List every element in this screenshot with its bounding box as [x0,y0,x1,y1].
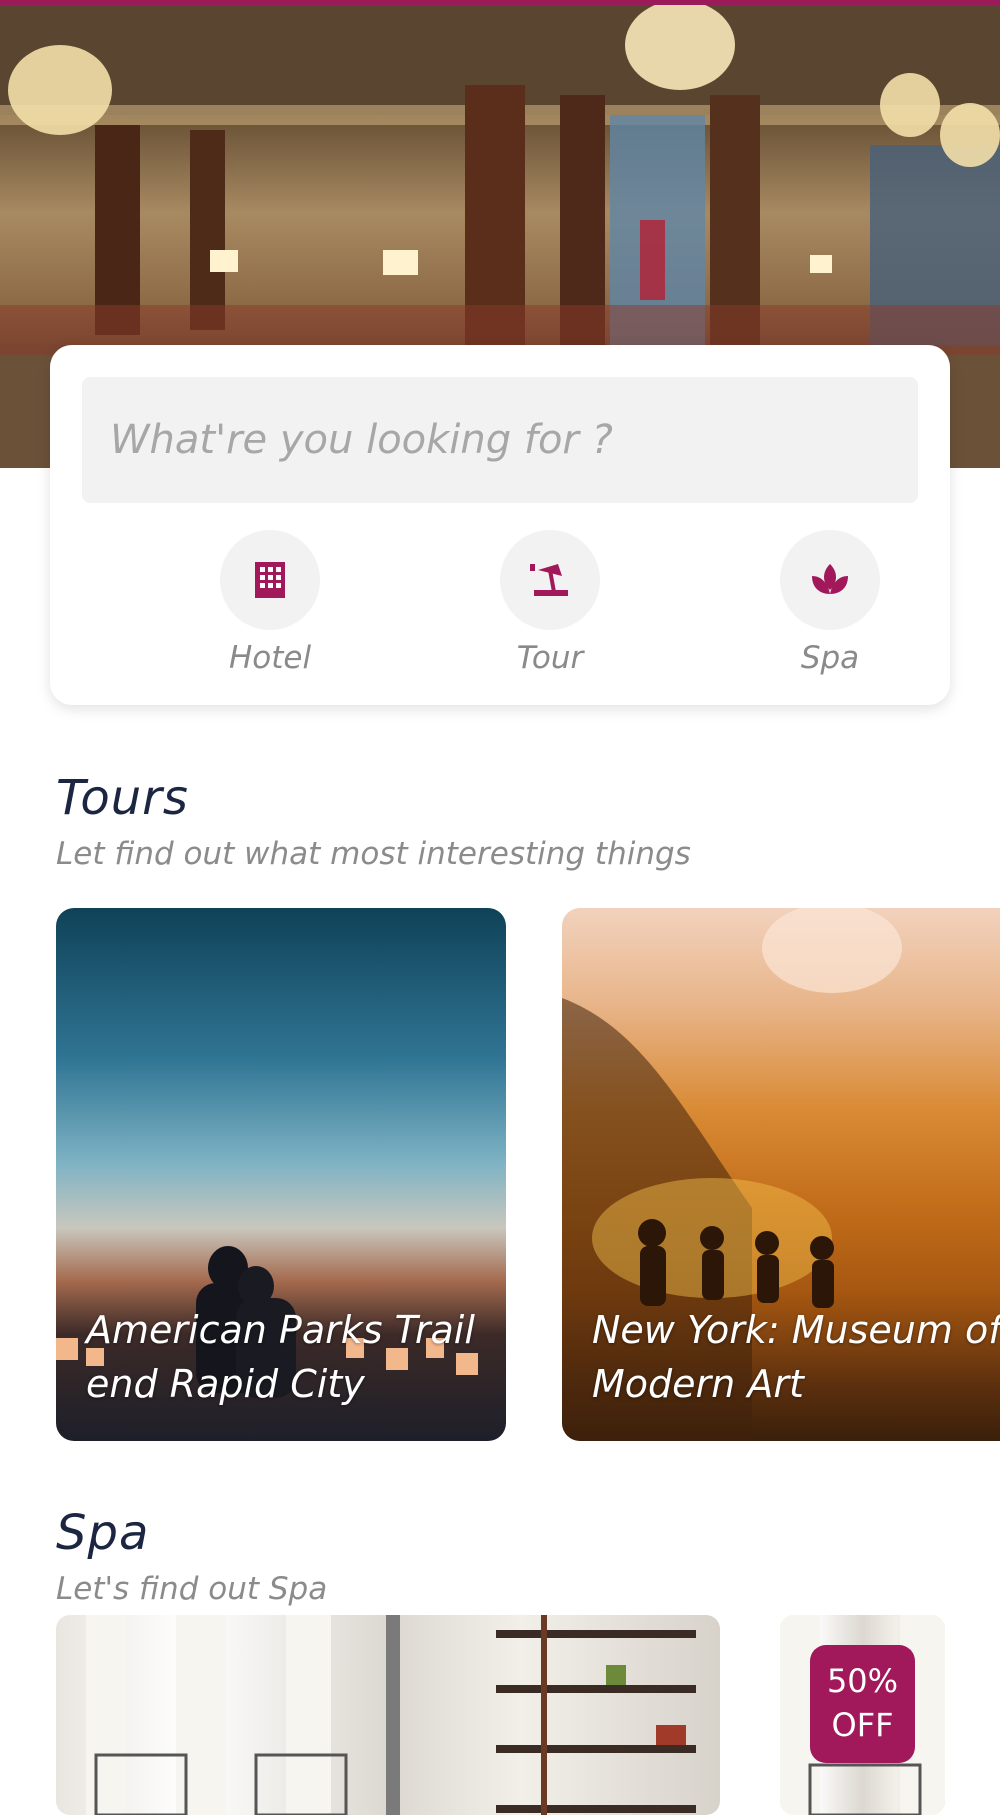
lotus-icon [812,564,848,594]
search-card: What're you looking for ? Hotel Tour Spa [50,345,950,705]
category-label: Spa [800,640,860,676]
spa-card[interactable] [56,1615,720,1815]
discount-badge: 50% OFF [810,1645,915,1763]
tour-card-title: New York: Museum of Modern Art [592,1308,1000,1406]
category-tour[interactable]: Tour [475,530,625,676]
spa-section-title: Spa [56,1505,150,1561]
category-label: Tour [516,640,584,676]
tour-card[interactable]: American Parks Trail end Rapid City [56,908,506,1441]
spa-icon-circle[interactable] [780,530,880,630]
badge-percent: 50% [826,1662,899,1700]
beach-umbrella-icon [530,564,568,596]
spa-section-subtitle: Let's find out Spa [56,1571,328,1607]
tours-section-subtitle: Let find out what most interesting thing… [56,836,691,872]
tour-card-title: American Parks Trail end Rapid City [86,1308,475,1406]
category-label: Hotel [228,640,312,676]
tour-icon-circle[interactable] [500,530,600,630]
spa-photo [86,1615,696,1815]
hotel-icon-circle[interactable] [220,530,320,630]
category-spa[interactable]: Spa [755,530,905,676]
category-hotel[interactable]: Hotel [195,530,345,676]
tours-section-title: Tours [56,770,189,826]
building-icon [255,562,285,598]
badge-off: OFF [831,1706,894,1744]
search-input[interactable]: What're you looking for ? [82,377,918,503]
tour-card[interactable]: New York: Museum of Modern Art [562,908,1000,1441]
